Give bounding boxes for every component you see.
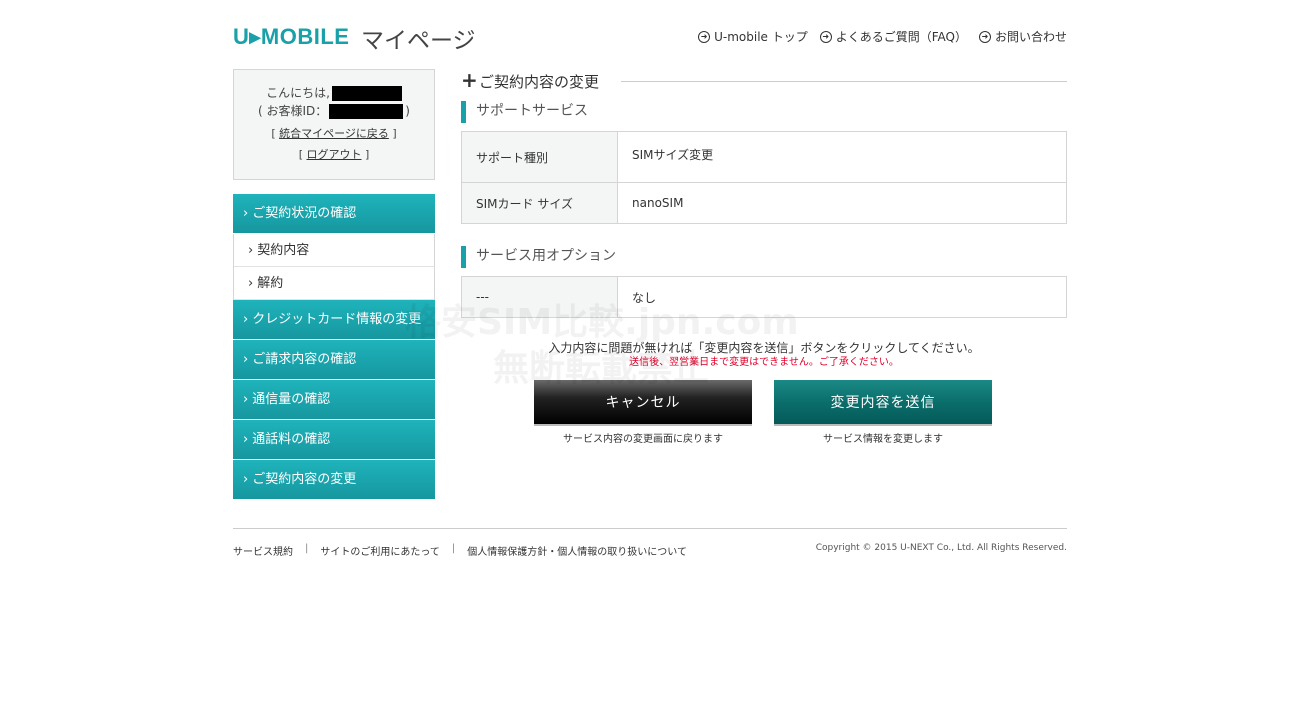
table-row: SIMカード サイズ nanoSIM — [461, 182, 1067, 224]
header-link-top[interactable]: ➜ U-mobile トップ — [698, 28, 808, 45]
sidebar-item-label: 契約内容 — [257, 243, 310, 258]
submit-caption: サービス情報を変更します — [823, 434, 943, 445]
cancel-button[interactable]: キャンセル — [534, 380, 752, 426]
header-link-label: よくあるご質問（FAQ） — [835, 30, 967, 44]
options-table: --- なし — [461, 276, 1067, 318]
sidebar-item-data-usage[interactable]: › 通信量の確認 — [233, 380, 435, 420]
confirm-notice: 入力内容に問題が無ければ「変更内容を送信」ボタンをクリックしてください。 送信後… — [461, 340, 1067, 370]
sidebar-item-credit-card[interactable]: › クレジットカード情報の変更 — [233, 300, 435, 340]
chevron-right-icon: › — [243, 206, 249, 221]
sidebar-item-label: ご契約状況の確認 — [252, 206, 357, 221]
sidebar-subitem-cancel-contract[interactable]: › 解約 — [233, 267, 435, 300]
umobile-logo[interactable]: U▸MOBILE — [233, 24, 349, 50]
sidebar-subitem-contract-details[interactable]: › 契約内容 — [233, 234, 435, 267]
chevron-right-icon: › — [248, 243, 254, 258]
footer-links: サービス規約 | サイトのご利用にあたって | 個人情報保護方針・個人情報の取り… — [233, 543, 687, 558]
sidebar-item-label: 通信量の確認 — [252, 392, 331, 407]
arrow-right-icon: ➜ — [978, 30, 991, 43]
page-heading: + ご契約内容の変更 — [461, 69, 1067, 93]
header-link-label: U-mobile トップ — [714, 30, 808, 44]
table-cell-label: サポート種別 — [461, 131, 618, 183]
table-cell-label: SIMカード サイズ — [461, 182, 618, 224]
section-heading-support: サポートサービス — [461, 101, 1067, 123]
table-row: サポート種別 SIMサイズ変更 — [461, 131, 1067, 183]
redacted-name — [331, 85, 402, 101]
cancel-caption: サービス内容の変更画面に戻ります — [563, 434, 723, 445]
portal-link-line: [ 統合マイページに戻る ] — [271, 127, 397, 140]
sidebar-item-label: ご請求内容の確認 — [252, 352, 357, 367]
plus-icon: + — [461, 68, 478, 92]
chevron-right-icon: › — [243, 472, 249, 487]
submit-changes-button[interactable]: 変更内容を送信 — [774, 380, 992, 426]
greeting-box: こんにちは, ( お客様ID： ) [ 統合マイページに戻る ] [ ログアウト… — [233, 69, 435, 180]
customer-id-label: ( お客様ID： — [258, 104, 328, 118]
customer-id-close: ) — [405, 104, 410, 118]
sidebar-item-contract-status[interactable]: › ご契約状況の確認 — [233, 194, 435, 234]
chevron-right-icon: › — [243, 392, 249, 407]
section-heading-options: サービス用オプション — [461, 246, 1067, 268]
header: U▸MOBILE マイページ ➜ U-mobile トップ ➜ よくあるご質問（… — [233, 18, 1067, 54]
main-content: + ご契約内容の変更 サポートサービス サポート種別 SIMサイズ変更 SIMカ… — [461, 69, 1067, 450]
table-cell-value: なし — [617, 276, 1067, 318]
chevron-right-icon: › — [243, 432, 249, 447]
redacted-customer-id — [329, 103, 404, 119]
customer-id-line: ( お客様ID： ) — [234, 102, 434, 120]
support-table: サポート種別 SIMサイズ変更 SIMカード サイズ nanoSIM — [461, 131, 1067, 224]
notice-text: 入力内容に問題が無ければ「変更内容を送信」ボタンをクリックしてください。 — [548, 341, 980, 355]
footer-separator: | — [305, 543, 309, 554]
header-links: ➜ U-mobile トップ ➜ よくあるご質問（FAQ） ➜ お問い合わせ — [698, 28, 1067, 45]
greeting-text: こんにちは, — [266, 86, 330, 100]
arrow-right-icon: ➜ — [819, 30, 832, 43]
logout-link-line: [ ログアウト ] — [298, 148, 370, 161]
chevron-right-icon: › — [243, 312, 249, 327]
sidebar-item-label: 解約 — [257, 276, 284, 291]
footer-link-terms[interactable]: サービス規約 — [233, 543, 293, 558]
header-link-label: お問い合わせ — [994, 30, 1067, 44]
sidebar-item-label: ご契約内容の変更 — [252, 472, 357, 487]
footer-separator: | — [451, 543, 456, 554]
header-link-faq[interactable]: ➜ よくあるご質問（FAQ） — [819, 28, 967, 45]
footer-link-site-usage[interactable]: サイトのご利用にあたって — [320, 543, 440, 558]
sidebar-item-label: 通話料の確認 — [252, 432, 331, 447]
button-row: キャンセル 変更内容を送信 サービス内容の変更画面に戻ります サービス情報を変更… — [461, 380, 1067, 450]
chevron-right-icon: › — [243, 352, 249, 367]
chevron-right-icon: › — [248, 276, 254, 291]
logout-link[interactable]: ログアウト — [307, 148, 362, 161]
heading-divider — [621, 81, 1067, 82]
arrow-right-icon: ➜ — [698, 30, 711, 43]
sidebar: こんにちは, ( お客様ID： ) [ 統合マイページに戻る ] [ ログアウト… — [233, 69, 435, 500]
sidebar-item-label: クレジットカード情報の変更 — [252, 312, 422, 327]
page-title: ご契約内容の変更 — [479, 71, 610, 92]
sidebar-item-call-charges[interactable]: › 通話料の確認 — [233, 420, 435, 460]
notice-warning: 送信後、翌営業日まで変更はできません。ご了承ください。 — [629, 357, 899, 368]
copyright: Copyright © 2015 U-NEXT Co., Ltd. All Ri… — [815, 543, 1067, 553]
sidebar-item-billing[interactable]: › ご請求内容の確認 — [233, 340, 435, 380]
page-brand-title: マイページ — [361, 28, 476, 54]
sidebar-item-change-contract[interactable]: › ご契約内容の変更 — [233, 460, 435, 500]
header-link-contact[interactable]: ➜ お問い合わせ — [978, 28, 1067, 45]
table-cell-value: SIMサイズ変更 — [617, 131, 1067, 183]
footer: サービス規約 | サイトのご利用にあたって | 個人情報保護方針・個人情報の取り… — [233, 528, 1067, 568]
table-row: --- なし — [461, 276, 1067, 318]
table-cell-label: --- — [461, 276, 618, 318]
table-cell-value: nanoSIM — [617, 182, 1067, 224]
sidebar-menu: › ご契約状況の確認 › 契約内容 › 解約 › クレジットカード情報の変更 › ご請求内… — [233, 194, 435, 500]
greeting-line: こんにちは, — [234, 84, 434, 102]
footer-link-privacy[interactable]: 個人情報保護方針・個人情報の取り扱いについて — [467, 543, 687, 558]
portal-link[interactable]: 統合マイページに戻る — [279, 127, 389, 140]
